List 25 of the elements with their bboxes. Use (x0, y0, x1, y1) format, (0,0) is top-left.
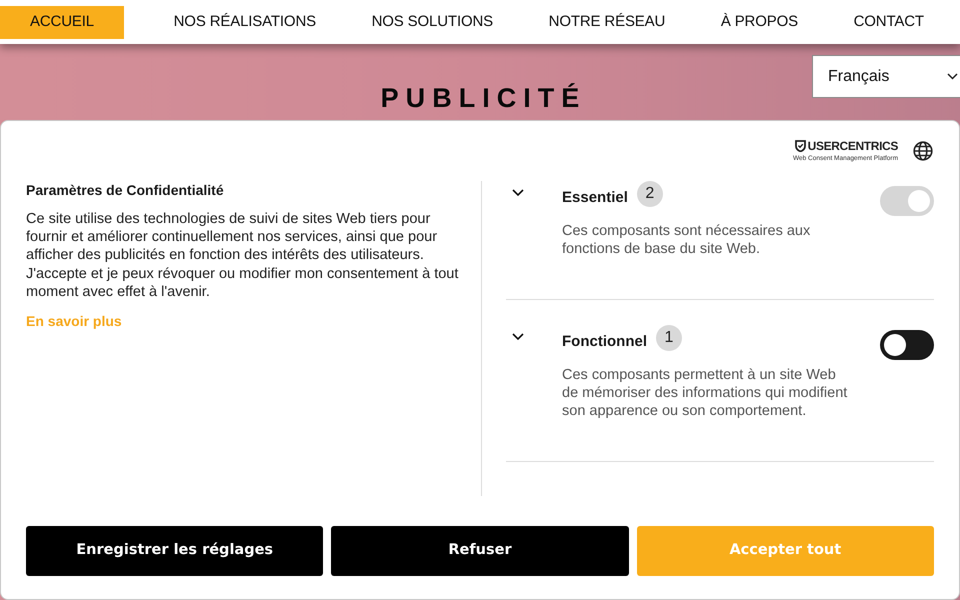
globe-icon[interactable] (913, 141, 933, 161)
count-badge: 1 (656, 325, 682, 351)
nav-tab[interactable]: NOS RÉALISATIONS (168, 6, 322, 38)
brand-name: USERCENTRICS (808, 140, 898, 152)
chevron-down-icon[interactable] (512, 333, 524, 340)
nav-tab[interactable]: ACCUEIL (0, 6, 124, 38)
dialog-button[interactable]: Enregistrer les réglages (26, 526, 324, 576)
category-description: Ces composants sont nécessaires aux fonctions de base du site Web. (562, 222, 812, 258)
dialog-title: Paramètres de Confidentialité (26, 181, 224, 199)
category-name: Essentiel (562, 188, 628, 208)
dialog-description: Ce site utilise des technologies de suivi de sites Web tiers pour fournir et améliorer continuellement nos services, ainsi que pour afficher des publicités en fonction des intérêts des utilisateurs. J'accepte et je peux révoquer ou modifier mon consentement à tout moment avec effet à l'avenir. (26, 210, 460, 302)
hero-title: PUBLICITÉ (380, 84, 586, 112)
caret-down-icon (947, 73, 958, 80)
shield-check-icon (794, 140, 806, 152)
chevron-down-icon[interactable] (512, 189, 524, 196)
nav-tab[interactable]: NOS SOLUTIONS (366, 6, 500, 38)
nav-tab[interactable]: CONTACT (848, 6, 930, 38)
category-name: Fonctionnel (562, 332, 647, 352)
category-description: Ces composants permettent à un site Web de mémoriser des informations qui modifient son apparence ou son comportement. (562, 366, 848, 420)
nav-tab[interactable]: À PROPOS (714, 6, 804, 38)
nav-tab[interactable]: NOTRE RÉSEAU (542, 6, 672, 38)
count-badge: 2 (636, 181, 663, 207)
dialog-button[interactable]: Refuser (331, 526, 629, 576)
language-select[interactable]: Français (812, 55, 960, 98)
toggle-switch[interactable] (880, 330, 934, 360)
